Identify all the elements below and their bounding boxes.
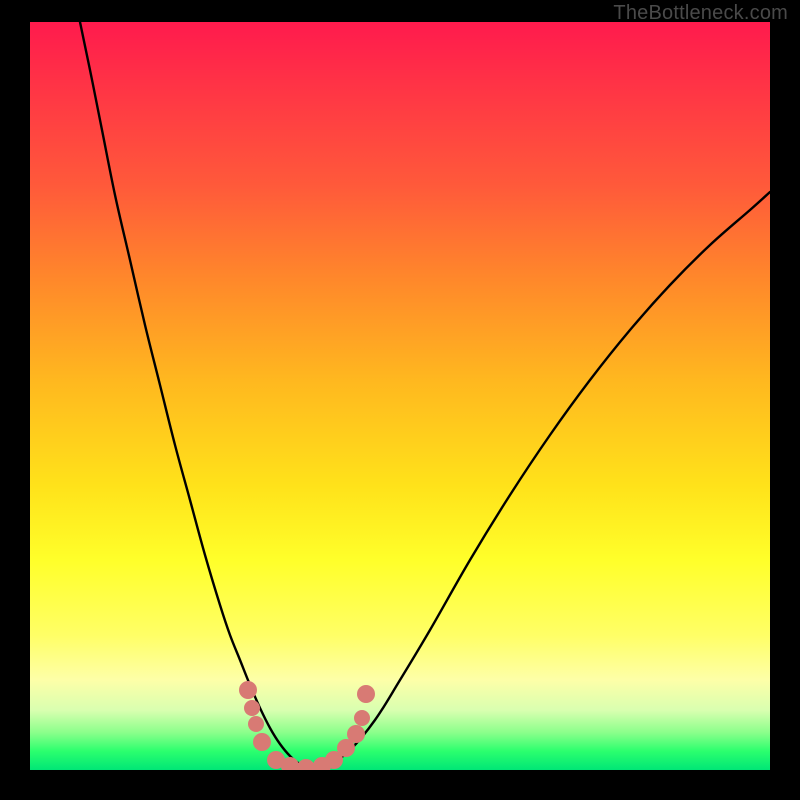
marker-right-4 [354, 710, 370, 726]
curve-layer [30, 22, 770, 770]
marker-right-5 [357, 685, 375, 703]
bottleneck-curve [80, 22, 770, 768]
marker-bottom-3 [297, 759, 315, 770]
marker-left-4 [253, 733, 271, 751]
chart-frame: TheBottleneck.com [0, 0, 800, 800]
watermark-text: TheBottleneck.com [613, 2, 788, 25]
marker-left-1 [239, 681, 257, 699]
marker-left-2 [244, 700, 260, 716]
plot-area [30, 22, 770, 770]
marker-left-3 [248, 716, 264, 732]
marker-right-3 [347, 725, 365, 743]
